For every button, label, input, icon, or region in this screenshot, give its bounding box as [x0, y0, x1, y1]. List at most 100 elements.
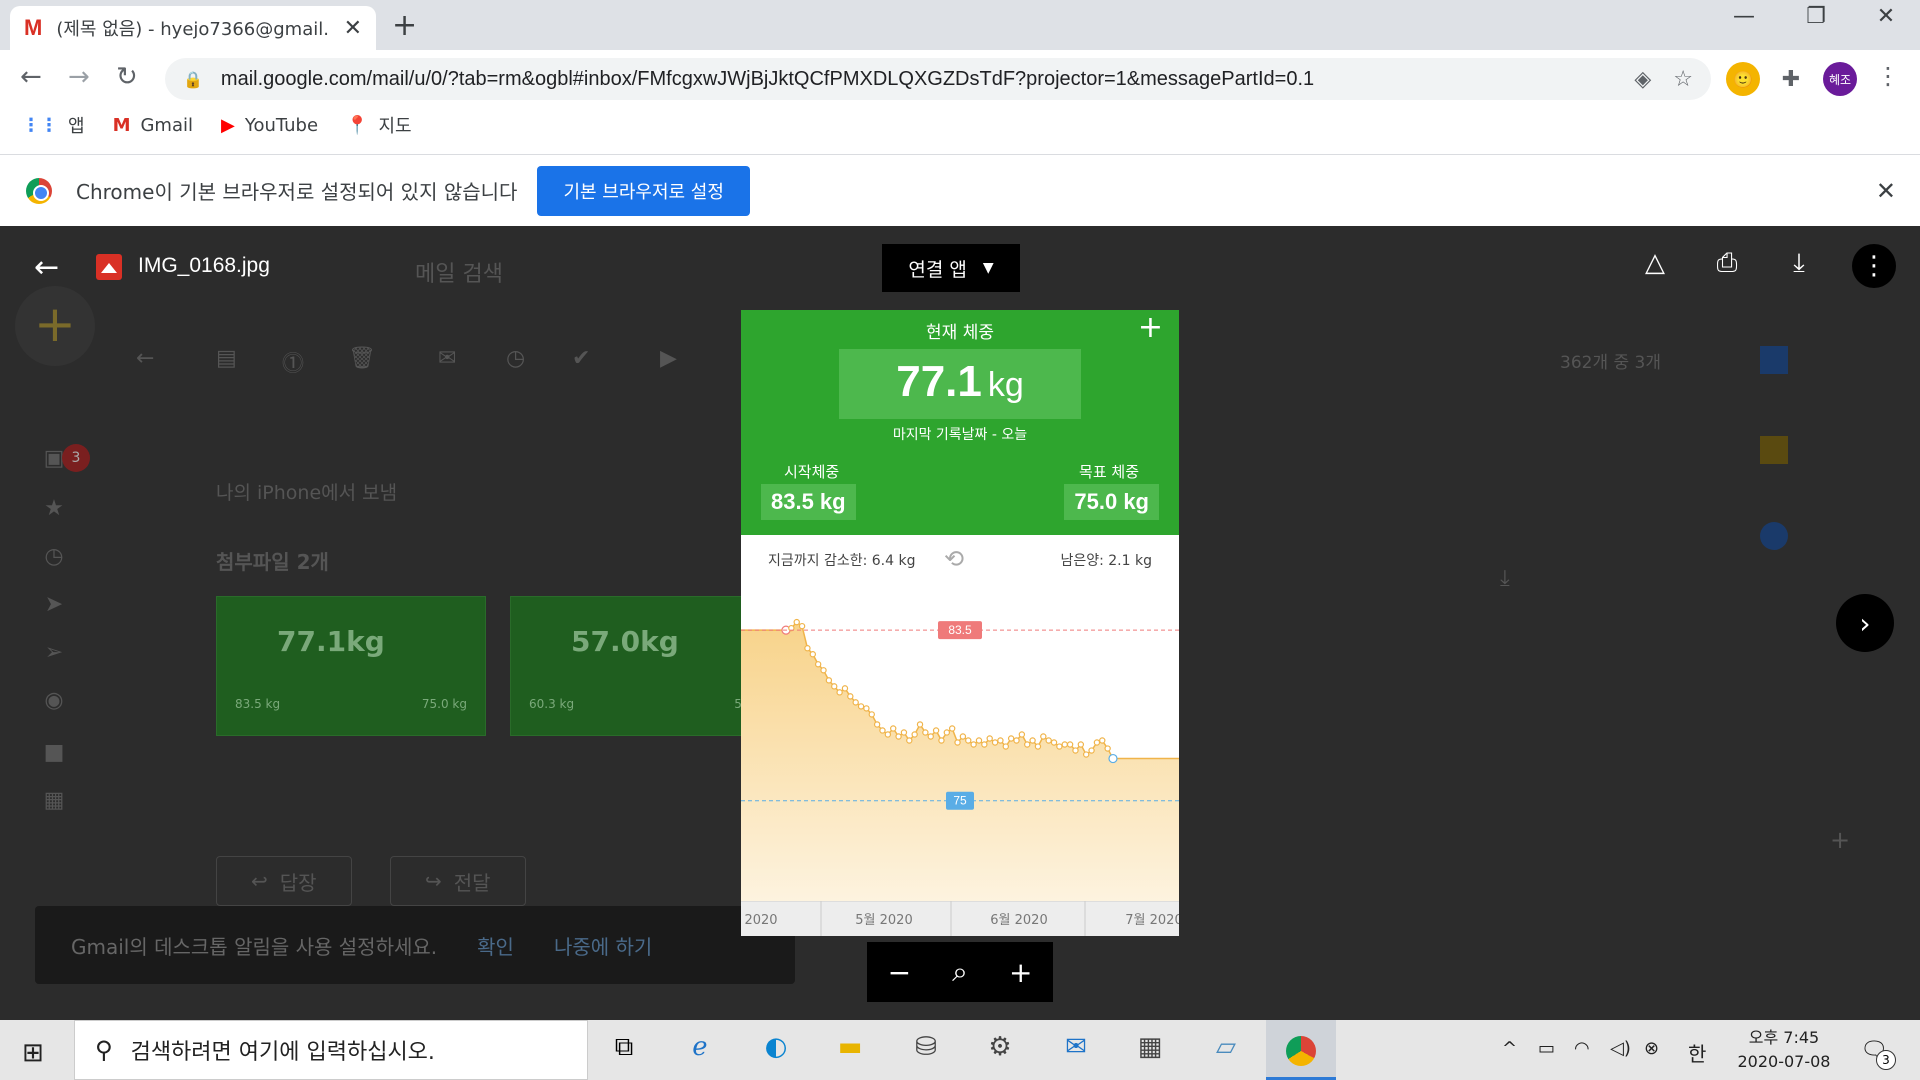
tasks-icon[interactable] — [1760, 522, 1788, 550]
add-task-icon[interactable]: ✔ — [572, 346, 600, 374]
close-infobar-icon[interactable]: ✕ — [1876, 177, 1896, 205]
add-addon-icon[interactable]: + — [1830, 826, 1850, 854]
eye-icon[interactable]: ◈ — [1634, 67, 1651, 92]
settings-gear-icon[interactable]: ⚙ — [980, 1032, 1020, 1068]
zoom-reset-icon[interactable]: ⌕ — [952, 955, 968, 989]
spam-icon[interactable]: ⓵ — [282, 346, 310, 377]
snackbar-ok-button[interactable]: 확인 — [477, 931, 514, 960]
move-to-icon[interactable]: ▶ — [660, 346, 688, 374]
chart-point — [1029, 737, 1036, 744]
internet-explorer-icon[interactable]: ℯ — [680, 1032, 720, 1068]
volume-icon[interactable]: ◁) — [1610, 1038, 1631, 1059]
store-icon[interactable]: ⛁ — [906, 1032, 946, 1068]
chrome-icon — [1286, 1036, 1316, 1066]
compose-button[interactable]: + — [15, 286, 95, 366]
chart-point — [852, 699, 859, 706]
image-file-icon — [96, 254, 122, 280]
restore-button[interactable]: ❐ — [1786, 4, 1846, 29]
zoom-controls: − ⌕ + — [867, 942, 1053, 1002]
taskbar-search-box[interactable]: ⚲ 검색하려면 여기에 입력하십시오. — [74, 1020, 588, 1080]
ime-indicator[interactable]: 한 — [1688, 1038, 1706, 1067]
extension-icon[interactable]: 🙂 — [1726, 62, 1760, 96]
set-default-browser-button[interactable]: 기본 브라우저로 설정 — [537, 165, 750, 216]
next-attachment-button[interactable]: › — [1836, 594, 1894, 652]
attachment-thumbnail[interactable]: 77.1kg 83.5 kg 75.0 kg — [216, 596, 486, 736]
chart-point — [932, 727, 940, 734]
back-button[interactable]: ← — [20, 62, 42, 92]
reload-button[interactable]: ↻ — [116, 62, 138, 92]
video-icon[interactable]: ■ — [42, 740, 66, 765]
calendar-icon[interactable] — [1760, 346, 1788, 374]
battery-icon[interactable]: ▭ — [1538, 1038, 1555, 1059]
back-to-inbox-icon[interactable]: ← — [136, 346, 164, 374]
close-tab-icon[interactable]: ✕ — [344, 16, 362, 41]
chrome-menu-icon[interactable]: ⋮ — [1876, 62, 1900, 90]
tray-chevron-icon[interactable]: ^ — [1502, 1038, 1517, 1059]
reply-button[interactable]: ↩ 답장 — [216, 856, 352, 906]
chart-point — [1007, 735, 1015, 742]
reference-label: 83.5 — [948, 623, 972, 637]
close-window-button[interactable]: ✕ — [1856, 4, 1916, 29]
extensions-puzzle-icon[interactable]: ✚ — [1774, 62, 1808, 96]
open-with-dropdown[interactable]: 연결 앱 ▼ — [882, 244, 1020, 292]
url-text[interactable]: mail.google.com/mail/u/0/?tab=rm&ogbl#in… — [221, 68, 1612, 91]
bookmark-maps[interactable]: 📍 지도 — [346, 112, 412, 138]
zoom-in-button[interactable]: + — [1009, 956, 1032, 989]
zoom-out-button[interactable]: − — [888, 956, 911, 989]
bookmark-gmail[interactable]: M Gmail — [113, 115, 193, 136]
chat-icon[interactable]: ◉ — [42, 688, 66, 713]
clock-icon[interactable]: ◷ — [42, 544, 66, 569]
chart-point — [1018, 731, 1026, 738]
task-view-icon[interactable]: ⧉ — [604, 1032, 644, 1068]
viewer-more-icon[interactable]: ⋮ — [1852, 244, 1896, 288]
viewer-filename: IMG_0168.jpg — [138, 254, 270, 277]
chart-point — [879, 727, 886, 734]
attachment-thumbnail[interactable]: 57.0kg 60.3 kg 50.0 — [510, 596, 780, 736]
address-bar[interactable]: 🔒 mail.google.com/mail/u/0/?tab=rm&ogbl#… — [165, 58, 1711, 100]
close-viewer-back-icon[interactable]: ← — [34, 250, 59, 285]
mark-unread-icon[interactable]: ✉ — [438, 346, 466, 374]
snackbar-later-button[interactable]: 나중에 하기 — [554, 931, 652, 960]
edge-icon[interactable]: ◐ — [756, 1032, 796, 1068]
mail-icon[interactable]: ✉ — [1056, 1032, 1096, 1068]
calculator-icon[interactable]: ▦ — [1130, 1032, 1170, 1068]
download-all-icon[interactable]: ⤓ — [1500, 566, 1510, 591]
forward-button[interactable]: → — [68, 62, 90, 92]
label-icon[interactable]: ➤ — [42, 592, 66, 617]
chart-point — [1066, 741, 1074, 748]
notepad-icon[interactable]: ▱ — [1206, 1032, 1246, 1068]
error-circle-icon[interactable]: ⊗ — [1644, 1038, 1659, 1059]
minimize-button[interactable]: — — [1714, 4, 1774, 29]
bookmark-star-icon[interactable]: ☆ — [1673, 67, 1693, 92]
print-icon[interactable]: ⎙ — [1709, 248, 1745, 284]
wifi-icon[interactable]: ◠ — [1574, 1038, 1590, 1059]
chart-point — [1034, 743, 1042, 750]
chart-point — [1093, 739, 1101, 746]
send-icon[interactable]: ➢ — [42, 640, 66, 665]
archive-icon[interactable]: ▤ — [216, 346, 244, 374]
new-tab-button[interactable]: + — [392, 8, 417, 43]
star-icon[interactable]: ★ — [42, 496, 66, 521]
forward-button[interactable]: ↪ 전달 — [390, 856, 526, 906]
file-explorer-icon[interactable]: ▬ — [830, 1032, 870, 1068]
start-windows-icon[interactable]: ⊞ — [22, 1038, 44, 1068]
bookmarks-bar: ⋮⋮ 앱 M Gmail ▶ YouTube 📍 지도 — [0, 108, 418, 142]
bookmark-youtube[interactable]: ▶ YouTube — [221, 115, 318, 136]
taskbar-clock[interactable]: 오후 7:45 2020-07-08 — [1736, 1026, 1832, 1074]
download-icon[interactable]: ⤓ — [1781, 248, 1817, 284]
delete-icon[interactable]: 🗑 — [348, 346, 376, 374]
chart-point — [1072, 747, 1079, 754]
snooze-icon[interactable]: ◷ — [506, 346, 534, 374]
chart-point — [997, 737, 1004, 744]
chart-point — [873, 721, 881, 728]
chart-point — [831, 683, 838, 690]
caret-down-icon: ▼ — [982, 260, 994, 276]
remaining-text: 남은양: 2.1 kg — [1060, 553, 1152, 569]
browser-tab[interactable]: M (제목 없음) - hyejo7366@gmail. ✕ — [10, 6, 376, 50]
keyboard-icon[interactable]: ▦ — [42, 788, 66, 813]
gmail-favicon-icon: M — [24, 15, 43, 40]
profile-avatar[interactable]: 혜조 — [1823, 62, 1857, 96]
add-to-drive-icon[interactable]: △ — [1637, 248, 1673, 284]
keep-icon[interactable] — [1760, 436, 1788, 464]
bookmark-apps[interactable]: ⋮⋮ 앱 — [22, 112, 85, 138]
